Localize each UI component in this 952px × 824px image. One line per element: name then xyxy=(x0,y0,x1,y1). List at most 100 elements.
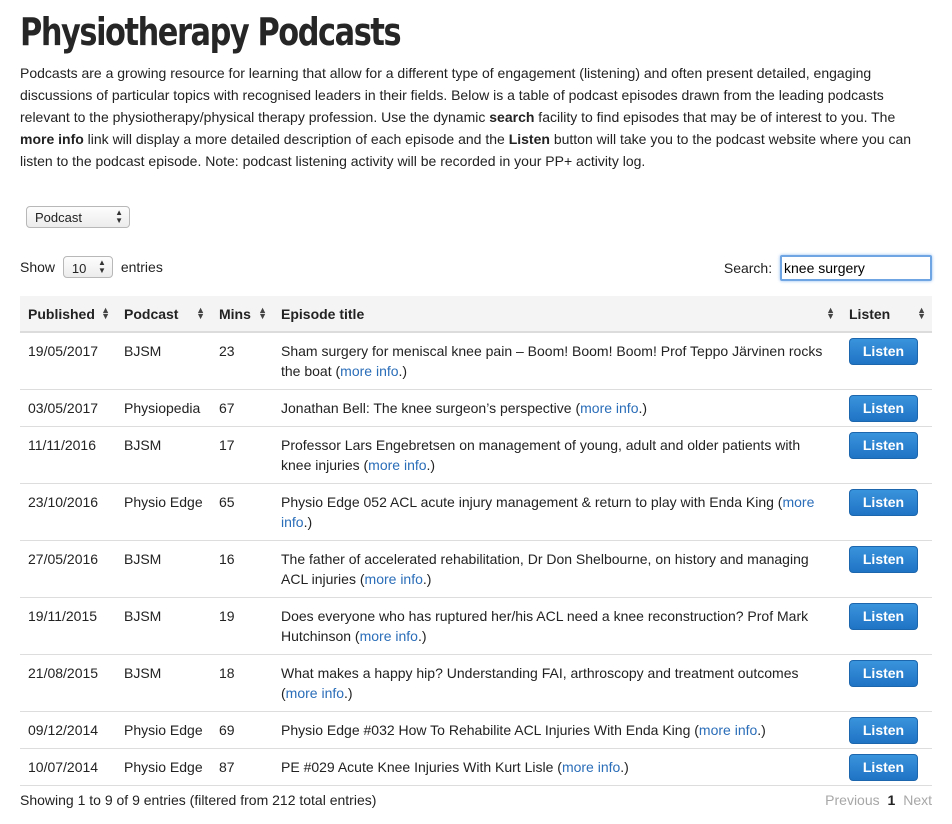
cell-published: 19/05/2017 xyxy=(20,332,116,390)
header-podcast[interactable]: Podcast ▲ ▼ xyxy=(116,296,211,333)
more-info-link[interactable]: more info xyxy=(580,400,638,416)
listen-button[interactable]: Listen xyxy=(849,660,918,687)
listen-button[interactable]: Listen xyxy=(849,546,918,573)
previous-page-button[interactable]: Previous xyxy=(825,792,879,808)
header-mins-label: Mins xyxy=(219,305,251,322)
more-info-link[interactable]: more info xyxy=(340,363,398,379)
cell-published: 21/08/2015 xyxy=(20,654,116,712)
listen-button[interactable]: Listen xyxy=(849,395,918,422)
table-row: 19/11/2015 BJSM 19 Does everyone who has ru… xyxy=(20,597,932,655)
sort-icon: ▲ ▼ xyxy=(917,305,926,321)
cell-episode-title: The father of accelerated rehabilitation… xyxy=(273,540,841,598)
listen-button[interactable]: Listen xyxy=(849,603,918,630)
cell-episode-title: PE #029 Acute Knee Injuries With Kurt Li… xyxy=(273,748,841,786)
cell-episode-title: What makes a happy hip? Understanding FA… xyxy=(273,654,841,712)
listen-button[interactable]: Listen xyxy=(849,432,918,459)
intro-listen-word: Listen xyxy=(508,131,550,147)
cell-mins: 65 xyxy=(211,483,273,541)
episode-title-text: Professor Lars Engebretsen on management… xyxy=(281,437,801,473)
entries-length-value: 10 xyxy=(71,261,87,277)
header-listen[interactable]: Listen ▲ ▼ xyxy=(841,296,932,333)
cell-listen: Listen xyxy=(841,748,932,786)
table-row: 27/05/2016 BJSM 16 The father of accelerate… xyxy=(20,540,932,598)
table-header-row: Published ▲ ▼ Podcast ▲ ▼ Mins ▲ ▼ Episode tit… xyxy=(20,296,932,333)
cell-podcast: BJSM xyxy=(116,597,211,655)
search-control: Search: xyxy=(724,255,932,281)
header-mins[interactable]: Mins ▲ ▼ xyxy=(211,296,273,333)
episode-title-text: The father of accelerated rehabilitation… xyxy=(281,551,809,587)
header-published[interactable]: Published ▲ ▼ xyxy=(20,296,116,333)
more-info-link[interactable]: more info xyxy=(562,759,620,775)
cell-mins: 69 xyxy=(211,711,273,749)
table-info: Showing 1 to 9 of 9 entries (filtered fr… xyxy=(20,792,377,808)
cell-podcast: Physiopedia xyxy=(116,389,211,427)
episode-title-text: PE #029 Acute Knee Injuries With Kurt Li… xyxy=(281,759,554,775)
table-row: 23/10/2016 Physio Edge 65 Physio Edge 052 A… xyxy=(20,483,932,541)
cell-published: 03/05/2017 xyxy=(20,389,116,427)
cell-published: 19/11/2015 xyxy=(20,597,116,655)
cell-podcast: BJSM xyxy=(116,426,211,484)
header-podcast-label: Podcast xyxy=(124,305,179,322)
table-row: 19/05/2017 BJSM 23 Sham surgery for menisca… xyxy=(20,332,932,390)
listen-button[interactable]: Listen xyxy=(849,754,918,781)
listen-button[interactable]: Listen xyxy=(849,717,918,744)
header-listen-label: Listen xyxy=(849,305,891,322)
entries-label: entries xyxy=(120,259,163,275)
cell-listen: Listen xyxy=(841,654,932,712)
more-info-link[interactable]: more info xyxy=(699,722,757,738)
table-row: 09/12/2014 Physio Edge 69 Physio Edge #032 … xyxy=(20,711,932,749)
select-arrows-icon: ▲ ▼ xyxy=(115,208,123,225)
search-input[interactable] xyxy=(780,255,932,281)
podcast-filter-value: Podcast xyxy=(35,210,82,225)
cell-episode-title: Sham surgery for meniscal knee pain – Bo… xyxy=(273,332,841,390)
cell-listen: Listen xyxy=(841,389,932,427)
cell-listen: Listen xyxy=(841,483,932,541)
cell-podcast: BJSM xyxy=(116,654,211,712)
intro-text-3: link will display a more detailed descri… xyxy=(83,131,509,147)
cell-listen: Listen xyxy=(841,711,932,749)
episode-title-text: Physio Edge #032 How To Rehabilite ACL I… xyxy=(281,722,691,738)
entries-length-select[interactable]: 10 ▲ ▼ xyxy=(62,256,113,278)
table-row: 11/11/2016 BJSM 17 Professor Lars Engebrets… xyxy=(20,426,932,484)
select-arrows-icon: ▲ ▼ xyxy=(98,258,106,275)
sort-icon: ▲ ▼ xyxy=(826,305,835,321)
intro-more-info-word: more info xyxy=(20,131,84,147)
next-page-button[interactable]: Next xyxy=(903,792,932,808)
table-row: 10/07/2014 Physio Edge 87 PE #029 Acute Kne… xyxy=(20,748,932,786)
more-info-link[interactable]: more info xyxy=(286,685,344,701)
episode-title-text: What makes a happy hip? Understanding FA… xyxy=(281,665,799,681)
listen-button[interactable]: Listen xyxy=(849,489,918,516)
cell-mins: 23 xyxy=(211,332,273,390)
podcast-filter-select[interactable]: Podcast ▲ ▼ xyxy=(26,206,130,228)
episode-title-text: Physio Edge 052 ACL acute injury managem… xyxy=(281,494,774,510)
show-label: Show xyxy=(20,259,56,275)
pagination: Previous 1 Next xyxy=(825,792,932,808)
more-info-link[interactable]: more info xyxy=(368,457,426,473)
cell-podcast: BJSM xyxy=(116,332,211,390)
header-published-label: Published xyxy=(28,305,95,322)
cell-podcast: Physio Edge xyxy=(116,711,211,749)
cell-listen: Listen xyxy=(841,597,932,655)
cell-published: 11/11/2016 xyxy=(20,426,116,484)
intro-text-2: facility to find episodes that may be of… xyxy=(534,109,896,125)
more-info-link[interactable]: more info xyxy=(360,628,418,644)
cell-published: 09/12/2014 xyxy=(20,711,116,749)
cell-episode-title: Physio Edge 052 ACL acute injury managem… xyxy=(273,483,841,541)
intro-paragraph: Podcasts are a growing resource for lear… xyxy=(20,62,932,172)
sort-icon: ▲ ▼ xyxy=(196,305,205,321)
cell-listen: Listen xyxy=(841,332,932,390)
podcast-table: Published ▲ ▼ Podcast ▲ ▼ Mins ▲ ▼ Episode tit… xyxy=(20,296,932,786)
search-label: Search: xyxy=(723,260,773,276)
cell-mins: 87 xyxy=(211,748,273,786)
entries-length-control: Show 10 ▲ ▼ entries xyxy=(20,256,163,278)
cell-mins: 18 xyxy=(211,654,273,712)
header-episode-title[interactable]: Episode title ▲ ▼ xyxy=(273,296,841,333)
page-title: Physiotherapy Podcasts xyxy=(20,10,402,54)
listen-button[interactable]: Listen xyxy=(849,338,918,365)
cell-mins: 19 xyxy=(211,597,273,655)
page-1-button[interactable]: 1 xyxy=(888,792,896,808)
more-info-link[interactable]: more info xyxy=(365,571,423,587)
cell-listen: Listen xyxy=(841,540,932,598)
table-row: 03/05/2017 Physiopedia 67 Jonathan Bell: Th… xyxy=(20,389,932,427)
cell-mins: 17 xyxy=(211,426,273,484)
